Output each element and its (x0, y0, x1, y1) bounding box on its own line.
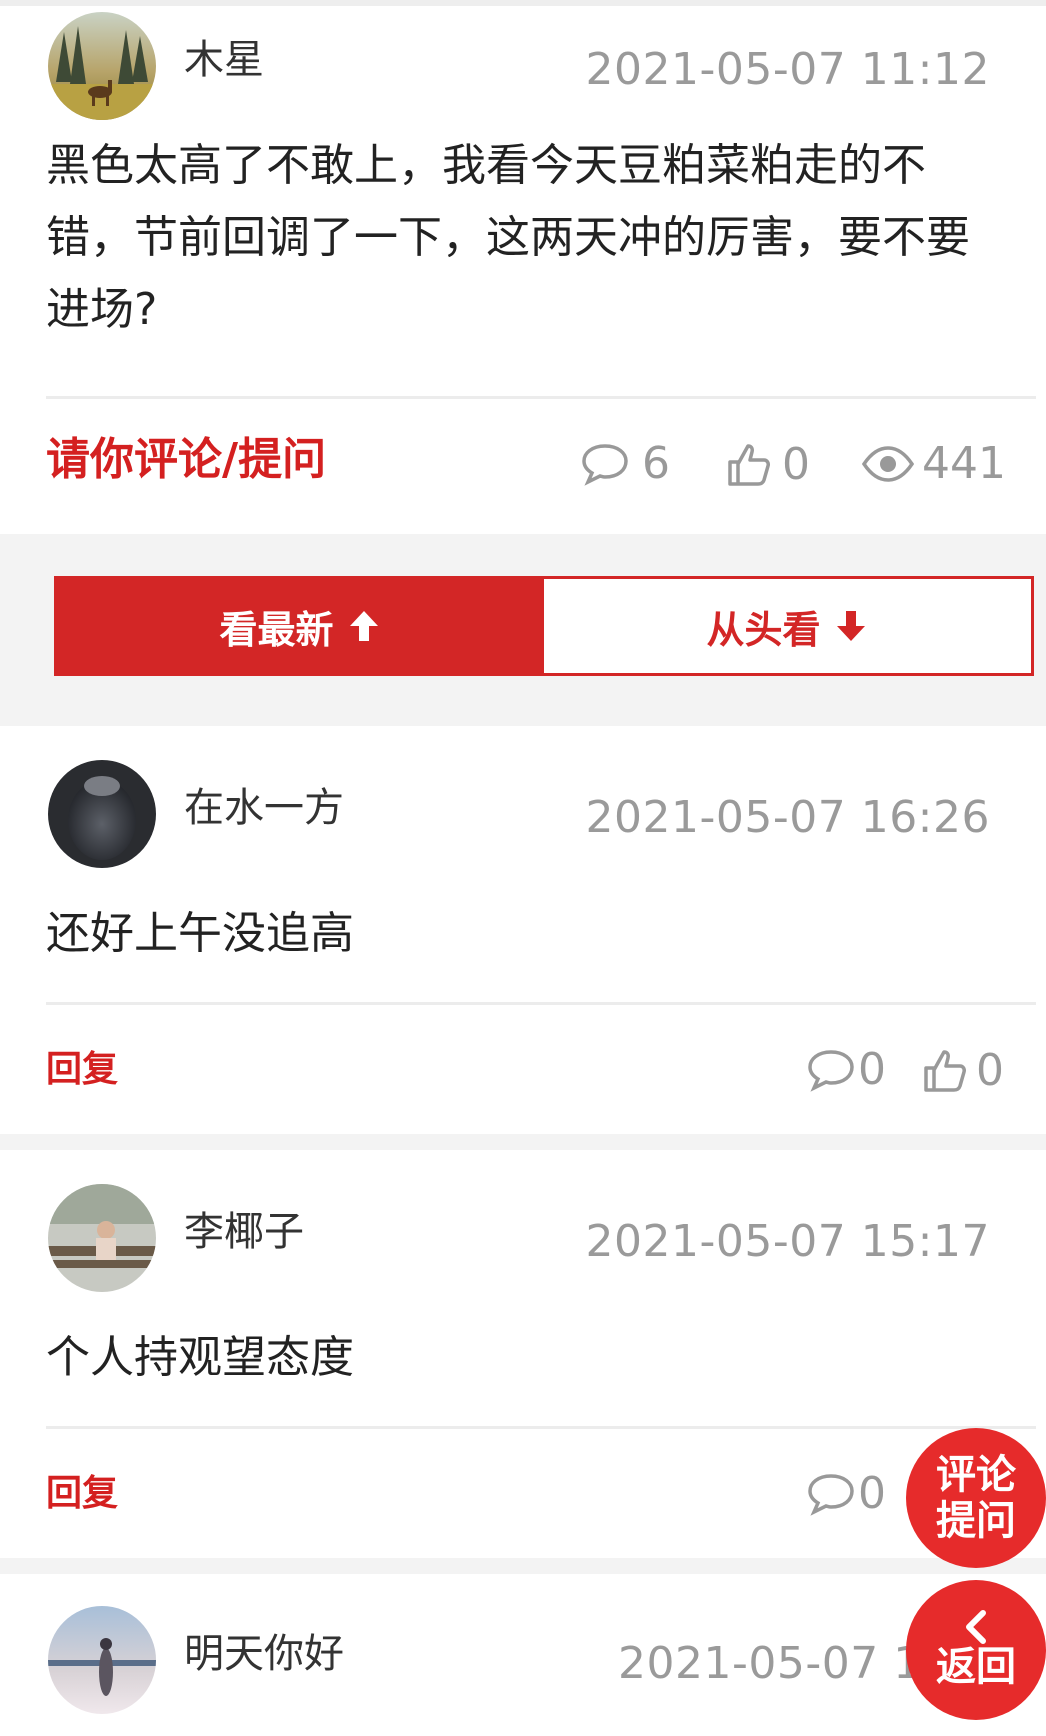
view-count-value: 441 (922, 438, 1006, 489)
comment-icon (808, 1474, 854, 1516)
reply-button[interactable]: 回复 (46, 1476, 118, 1512)
arrow-down-icon (836, 611, 865, 641)
divider (46, 1002, 1036, 1005)
comment-author[interactable]: 明天你好 (184, 1634, 344, 1674)
sort-toggle: 看最新 从头看 (54, 576, 1034, 676)
view-count: 441 (862, 442, 1006, 486)
author-name[interactable]: 木星 (184, 40, 264, 80)
comment-prompt-link[interactable]: 请你评论/提问 (46, 438, 326, 482)
comment-card: 在水一方 2021-05-07 16:26 还好上午没追高 回复 0 0 (0, 726, 1046, 1134)
avatar-image (48, 1606, 156, 1714)
divider (46, 1426, 1036, 1429)
eye-icon (862, 446, 914, 482)
reply-count[interactable]: 0 (806, 1472, 886, 1516)
like-count-value: 0 (782, 439, 810, 490)
reply-count[interactable]: 0 (806, 1048, 886, 1092)
comment-author[interactable]: 李椰子 (184, 1212, 304, 1252)
sort-latest-label: 看最新 (219, 607, 334, 652)
avatar-image (48, 760, 156, 868)
comment-count-value: 6 (642, 438, 670, 489)
comment-time: 2021-05-07 15:17 (585, 1216, 990, 1267)
comment-card: 明天你好 2021-05-07 15: (0, 1574, 1046, 1736)
sort-from-start-label: 从头看 (706, 607, 821, 652)
divider (46, 396, 1036, 399)
thumbs-up-icon (728, 444, 770, 486)
arrow-up-icon (349, 611, 378, 641)
fab-comment-line2: 提问 (936, 1498, 1016, 1544)
like-count[interactable]: 0 (726, 442, 810, 488)
deer-avatar-image (48, 12, 156, 120)
sort-latest-button[interactable]: 看最新 (57, 579, 544, 673)
avatar-image (48, 1184, 156, 1292)
comment-author[interactable]: 在水一方 (184, 788, 344, 828)
reply-count-value: 0 (858, 1044, 886, 1095)
comment-text: 个人持观望态度 (46, 1332, 354, 1383)
comment-icon (808, 1050, 854, 1092)
like-count-value: 0 (976, 1045, 1004, 1096)
avatar[interactable] (48, 760, 156, 868)
comment-question-fab[interactable]: 评论 提问 (906, 1428, 1046, 1568)
back-fab[interactable]: 返回 (906, 1580, 1046, 1720)
comment-icon (582, 444, 628, 486)
fab-comment-line1: 评论 (936, 1452, 1016, 1498)
avatar[interactable] (48, 12, 156, 120)
post-content: 黑色太高了不敢上，我看今天豆粕菜粕走的不错，节前回调了一下，这两天冲的厉害，要不… (46, 140, 970, 335)
thumbs-up-icon (924, 1050, 966, 1092)
chevron-left-icon (966, 1610, 986, 1644)
back-label: 返回 (936, 1644, 1016, 1690)
reply-count-value: 0 (858, 1468, 886, 1519)
avatar[interactable] (48, 1606, 156, 1714)
like-count[interactable]: 0 (922, 1048, 1004, 1094)
post-time: 2021-05-07 11:12 (585, 44, 990, 95)
post-card: 木星 2021-05-07 11:12 黑色太高了不敢上，我看今天豆粕菜粕走的不… (0, 6, 1046, 534)
comment-count[interactable]: 6 (580, 442, 670, 486)
reply-button[interactable]: 回复 (46, 1052, 118, 1088)
comment-time: 2021-05-07 16:26 (585, 792, 990, 843)
sort-from-start-button[interactable]: 从头看 (544, 579, 1031, 673)
comment-text: 还好上午没追高 (46, 908, 354, 959)
avatar[interactable] (48, 1184, 156, 1292)
comment-card: 李椰子 2021-05-07 15:17 个人持观望态度 回复 0 (0, 1150, 1046, 1558)
